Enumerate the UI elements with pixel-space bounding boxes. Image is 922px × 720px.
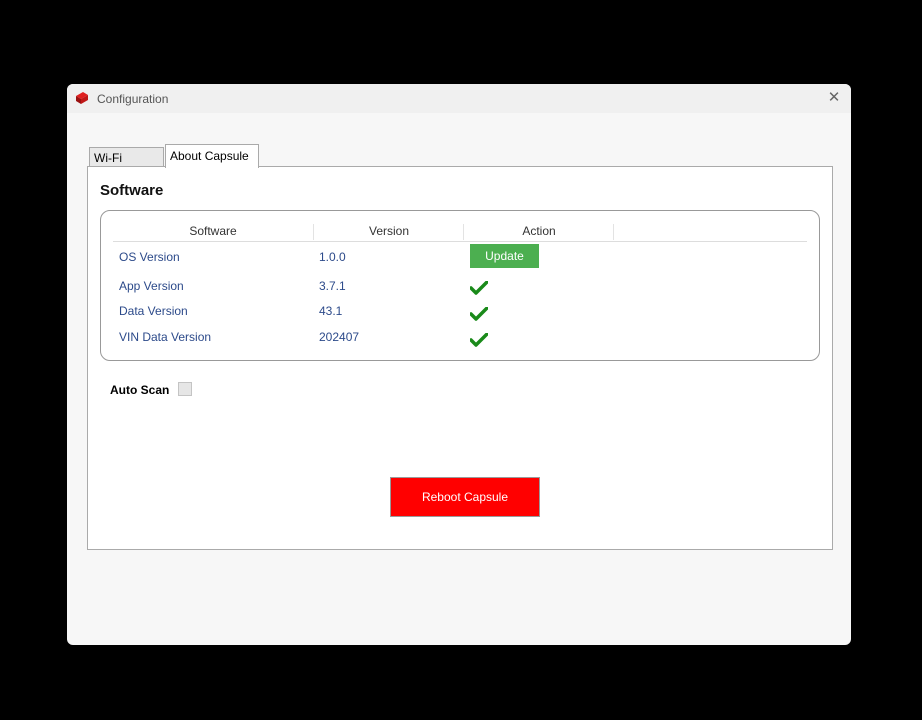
row-name-os-version: OS Version <box>119 250 180 264</box>
software-table: Software Version Action OS Version 1.0.0… <box>100 210 820 361</box>
row-version-app-version: 3.7.1 <box>319 279 346 293</box>
row-name-app-version: App Version <box>119 279 184 293</box>
column-divider <box>613 224 615 240</box>
title-bar: Configuration ✕ <box>67 84 851 113</box>
capsule-app-icon <box>76 92 88 104</box>
auto-scan-checkbox[interactable] <box>178 382 192 396</box>
column-header-software: Software <box>189 224 237 238</box>
check-icon <box>470 307 488 321</box>
reboot-capsule-button[interactable]: Reboot Capsule <box>390 477 540 517</box>
auto-scan-label: Auto Scan <box>110 383 170 397</box>
row-version-os-version: 1.0.0 <box>319 250 346 264</box>
row-version-vin-data-version: 202407 <box>319 330 360 344</box>
about-capsule-panel: Software Software Version Action OS Vers… <box>87 166 833 550</box>
row-name-vin-data-version: VIN Data Version <box>119 330 212 344</box>
configuration-window: Configuration ✕ Wi-Fi Config About Capsu… <box>67 84 851 645</box>
close-icon[interactable]: ✕ <box>825 89 843 107</box>
window-title: Configuration <box>97 92 169 106</box>
row-name-data-version: Data Version <box>119 304 188 318</box>
tab-about-capsule[interactable]: About Capsule <box>165 144 259 168</box>
column-header-version: Version <box>313 224 464 240</box>
update-button[interactable]: Update <box>470 244 539 268</box>
check-icon <box>470 281 488 295</box>
column-header-action: Action <box>463 224 614 240</box>
section-title: Software <box>100 182 164 199</box>
tab-wifi-config[interactable]: Wi-Fi Config <box>89 147 164 185</box>
check-icon <box>470 333 488 347</box>
row-version-data-version: 43.1 <box>319 304 343 318</box>
header-divider <box>113 241 807 242</box>
